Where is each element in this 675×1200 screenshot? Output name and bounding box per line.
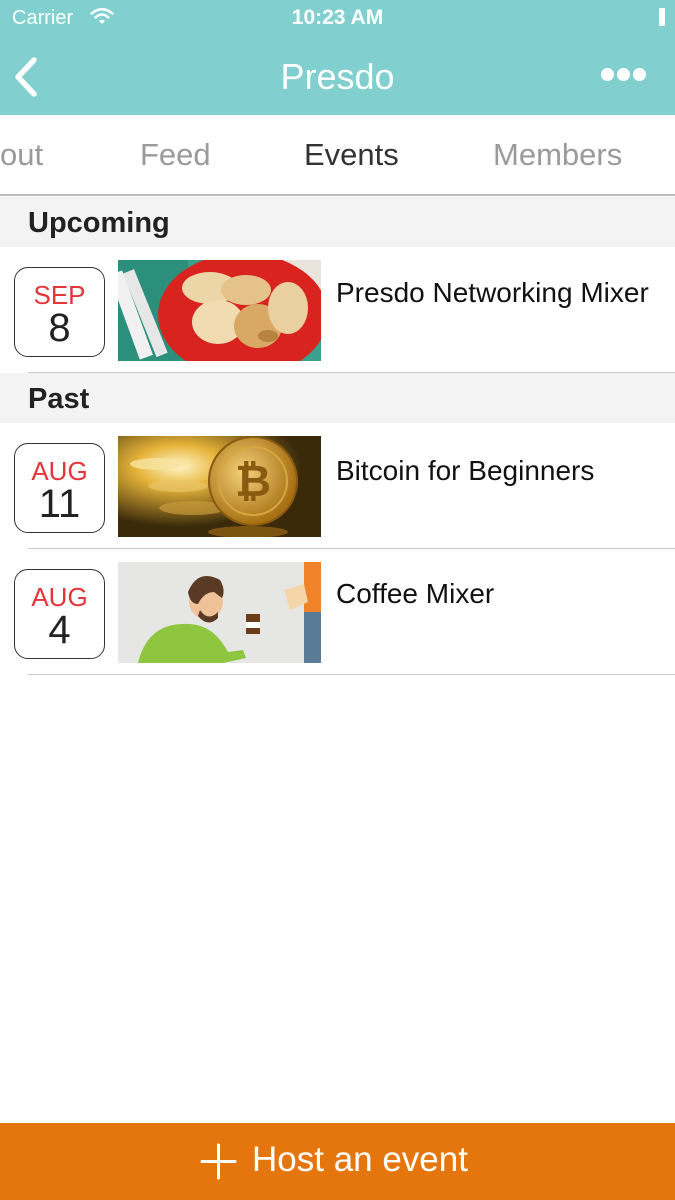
date-day: 8 (48, 306, 71, 350)
tab-bar: out Feed Events Members (0, 115, 675, 196)
event-title: Coffee Mixer (336, 578, 495, 609)
date-day: 11 (38, 482, 81, 526)
more-dots-icon[interactable] (601, 68, 647, 82)
host-event-label: Host an event (252, 1140, 468, 1179)
event-title: Bitcoin for Beginners (336, 455, 595, 486)
tab-about[interactable]: out (0, 137, 43, 173)
status-time: 10:23 AM (291, 6, 384, 29)
section-header-upcoming: Upcoming (0, 197, 675, 247)
date-badge: SEP 8 (14, 267, 105, 357)
battery-icon (659, 8, 665, 26)
date-badge: AUG 11 (14, 443, 105, 533)
status-bar: Carrier 10:23 AM (0, 0, 675, 36)
row-divider (28, 674, 675, 675)
tab-members[interactable]: Members (493, 137, 622, 173)
food-dumplings-image (118, 260, 321, 361)
section-title: Upcoming (28, 207, 170, 239)
plus-icon (200, 1143, 237, 1180)
svg-text:₿: ₿ (235, 457, 271, 506)
app-header: Carrier 10:23 AM Presdo (0, 0, 675, 115)
tab-feed[interactable]: Feed (140, 137, 211, 173)
date-day: 4 (48, 608, 71, 652)
section-title: Past (28, 383, 90, 415)
section-header-past: Past (0, 373, 675, 423)
bitcoin-coins-image: ₿ (118, 436, 321, 537)
host-event-button[interactable]: Host an event (0, 1123, 675, 1200)
coffee-illustration-image (118, 562, 321, 663)
tab-events[interactable]: Events (304, 137, 399, 173)
event-title: Presdo Networking Mixer (336, 277, 649, 308)
page-title: Presdo (280, 56, 395, 97)
date-badge: AUG 4 (14, 569, 105, 659)
event-row[interactable]: AUG 4 Coffee Mixer (0, 549, 675, 675)
event-row[interactable]: SEP 8 Presdo Networking Mixer (0, 247, 675, 373)
event-row[interactable]: AUG 11 ₿ Bitcoin for Beginners (0, 423, 675, 549)
